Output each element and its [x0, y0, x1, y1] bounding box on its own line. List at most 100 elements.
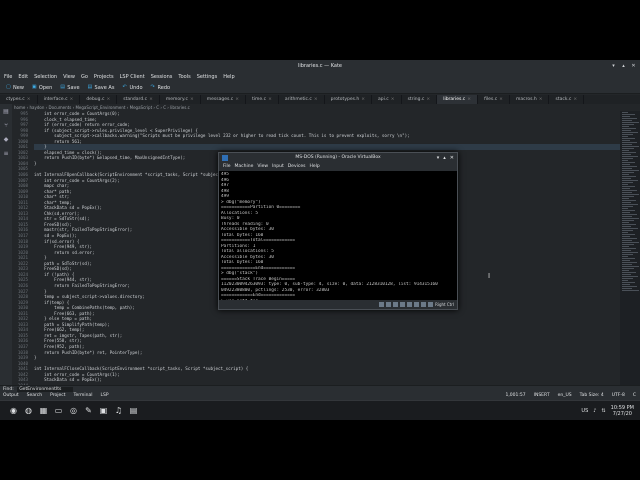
usb-icon[interactable] — [393, 302, 399, 307]
close-tab-icon[interactable]: × — [149, 95, 153, 104]
open-button[interactable]: ▣ Open — [30, 85, 54, 91]
app-launcher-icon[interactable]: ◉ — [8, 405, 19, 416]
toolview-terminal[interactable]: Terminal — [74, 392, 93, 400]
close-tab-icon[interactable]: × — [314, 95, 318, 104]
vm-console[interactable]: 495 496 497 498 499 > dbg("memory") ==========… — [219, 171, 457, 301]
save-as-button[interactable]: ▤ Save As — [86, 85, 117, 91]
new-button[interactable]: ▢ New — [4, 85, 26, 91]
status-item[interactable]: UTF-8 — [612, 392, 625, 400]
close-tab-icon[interactable]: × — [235, 95, 239, 104]
open-icon: ▣ — [31, 84, 37, 90]
vbox-menu-view[interactable]: View — [257, 163, 268, 171]
close-tab-icon[interactable]: × — [467, 95, 471, 104]
toolview-output[interactable]: Output — [3, 392, 19, 400]
tab-standard-c[interactable]: standard.c × — [117, 95, 160, 104]
close-tab-icon[interactable]: × — [268, 95, 272, 104]
kate-icon[interactable]: ✎ — [83, 405, 94, 416]
vbox-menu-file[interactable]: File — [223, 163, 231, 171]
documents-icon[interactable]: ▤ — [2, 108, 10, 116]
save-button[interactable]: ▤ Save — [58, 85, 81, 91]
menu-item-edit[interactable]: Edit — [16, 72, 30, 82]
tab-messages-c[interactable]: messages.c × — [201, 95, 246, 104]
status-item[interactable]: 1,001:57 — [506, 392, 526, 400]
status-item[interactable]: INSERT — [534, 392, 550, 400]
menu-item-sessions[interactable]: Sessions — [149, 72, 175, 82]
tab-arithmetic-c[interactable]: arithmetic.c × — [279, 95, 325, 104]
virtualbox-window[interactable]: MS-DOS (Running) - Oracle VirtualBox ▾ ▴… — [218, 152, 458, 310]
tab-prototypes-h[interactable]: prototypes.h × — [325, 95, 373, 104]
vbox-menu-machine[interactable]: Machine — [235, 163, 254, 171]
volume-icon[interactable]: ♪ — [593, 408, 596, 414]
tab-time-c[interactable]: time.c × — [246, 95, 279, 104]
tab-memory-c[interactable]: memory.c × — [160, 95, 201, 104]
tab-debug-c[interactable]: debug.c × — [80, 95, 118, 104]
close-tab-icon[interactable]: × — [27, 95, 31, 104]
network-icon[interactable]: ⇅ — [601, 408, 605, 414]
close-tab-icon[interactable]: × — [499, 95, 503, 104]
close-icon[interactable]: ✕ — [631, 63, 636, 69]
menu-item-lsp-client[interactable]: LSP Client — [118, 72, 147, 82]
close-tab-icon[interactable]: × — [106, 95, 110, 104]
menu-item-file[interactable]: File — [2, 72, 14, 82]
vbox-close-icon[interactable]: ✕ — [450, 153, 454, 163]
undo-button[interactable]: ↶ Undo — [120, 85, 144, 91]
recording-icon[interactable] — [421, 302, 427, 307]
mouse-integration-icon[interactable] — [428, 302, 434, 307]
menu-item-go[interactable]: Go — [79, 72, 90, 82]
minimize-icon[interactable]: ▾ — [611, 63, 616, 69]
close-tab-icon[interactable]: × — [391, 95, 395, 104]
close-tab-icon[interactable]: × — [426, 95, 430, 104]
status-item[interactable]: Tab Size: 4 — [580, 392, 604, 400]
steam-icon[interactable]: ◎ — [68, 405, 79, 416]
breadcrumb[interactable]: home › haydon › Documents › MegaScript_E… — [12, 104, 640, 111]
terminal-icon[interactable]: ▤ — [128, 405, 139, 416]
tab-api-c[interactable]: api.c × — [372, 95, 402, 104]
virtualbox-icon[interactable]: ▣ — [98, 405, 109, 416]
menu-item-selection[interactable]: Selection — [32, 72, 59, 82]
tab-stack-c[interactable]: stack.c × — [549, 95, 585, 104]
firefox-icon[interactable]: ◍ — [23, 405, 34, 416]
display-icon[interactable] — [414, 302, 420, 307]
network-adapter-icon[interactable] — [400, 302, 406, 307]
hdd-icon[interactable] — [379, 302, 385, 307]
shared-folder-icon[interactable] — [407, 302, 413, 307]
vbox-menu-devices[interactable]: Devices — [288, 163, 306, 171]
vbox-menu-help[interactable]: Help — [309, 163, 319, 171]
tab-interface-c[interactable]: interface.c × — [38, 95, 81, 104]
redo-button[interactable]: ↷ Redo — [149, 85, 173, 91]
menu-item-projects[interactable]: Projects — [92, 72, 116, 82]
tab-string-c[interactable]: string.c × — [402, 95, 438, 104]
maximize-icon[interactable]: ▴ — [621, 63, 626, 69]
symbols-icon[interactable]: ≡ — [2, 150, 10, 158]
vbox-menu-input[interactable]: Input — [272, 163, 284, 171]
close-tab-icon[interactable]: × — [361, 95, 365, 104]
tab-macros-h[interactable]: macros.h × — [510, 95, 550, 104]
toolview-lsp[interactable]: LSP — [101, 392, 109, 400]
git-icon[interactable]: ⑂ — [2, 122, 10, 130]
close-tab-icon[interactable]: × — [70, 95, 74, 104]
toolview-project[interactable]: Project — [50, 392, 65, 400]
close-tab-icon[interactable]: × — [573, 95, 577, 104]
minimap[interactable] — [620, 111, 640, 400]
menu-item-view[interactable]: View — [61, 72, 77, 82]
tab-libraries-c[interactable]: libraries.c × — [437, 95, 479, 104]
clock[interactable]: 10:59 PM 7/27/20 — [611, 405, 634, 417]
vbox-maximize-icon[interactable]: ▴ — [443, 153, 446, 163]
vbox-minimize-icon[interactable]: ▾ — [437, 153, 440, 163]
tab-files-c[interactable]: files.c × — [478, 95, 510, 104]
menu-item-tools[interactable]: Tools — [176, 72, 192, 82]
tab-ctypes-c[interactable]: ctypes.c × — [0, 95, 38, 104]
discover-icon[interactable]: ▦ — [38, 405, 49, 416]
music-icon[interactable]: ♫ — [113, 405, 124, 416]
toolview-search[interactable]: Search — [27, 392, 42, 400]
menu-item-settings[interactable]: Settings — [195, 72, 220, 82]
menu-item-help[interactable]: Help — [221, 72, 236, 82]
file-manager-icon[interactable]: ▭ — [53, 405, 64, 416]
close-tab-icon[interactable]: × — [539, 95, 543, 104]
close-tab-icon[interactable]: × — [190, 95, 194, 104]
projects-icon[interactable]: ◆ — [2, 136, 10, 144]
tray-text[interactable]: US — [581, 408, 588, 414]
optical-icon[interactable] — [386, 302, 392, 307]
status-item[interactable]: en_US — [558, 392, 572, 400]
status-item[interactable]: C — [633, 392, 636, 400]
